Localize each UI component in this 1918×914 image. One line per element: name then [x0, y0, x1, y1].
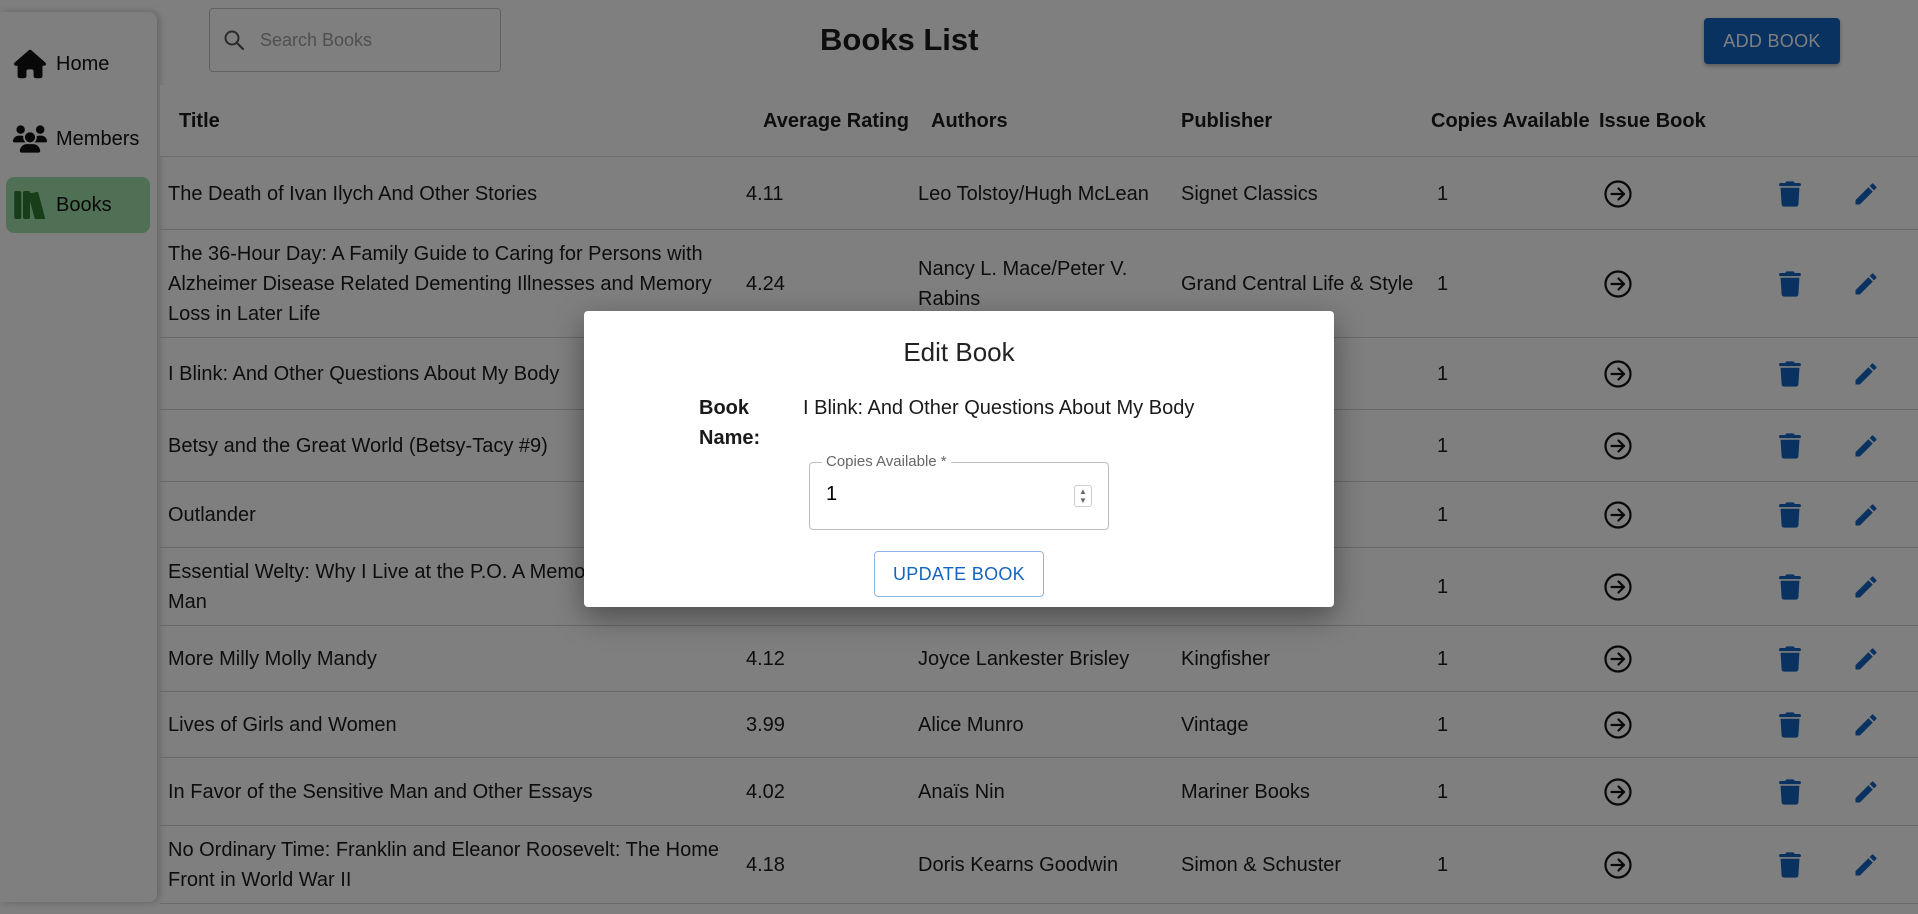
- update-book-button[interactable]: UPDATE BOOK: [874, 551, 1044, 597]
- book-name-label: Book Name:: [699, 397, 761, 449]
- dialog-title: Edit Book: [903, 337, 1015, 367]
- edit-book-dialog: Edit Book Book Name: I Blink: And Other …: [584, 311, 1334, 607]
- copies-available-label: Copies Available *: [822, 453, 951, 470]
- copies-available-input[interactable]: [826, 483, 1046, 506]
- number-stepper-icon[interactable]: ▲ ▼: [1074, 485, 1092, 507]
- copies-available-field[interactable]: Copies Available * ▲▼: [809, 453, 1109, 530]
- book-name-value: I Blink: And Other Questions About My Bo…: [803, 397, 1195, 419]
